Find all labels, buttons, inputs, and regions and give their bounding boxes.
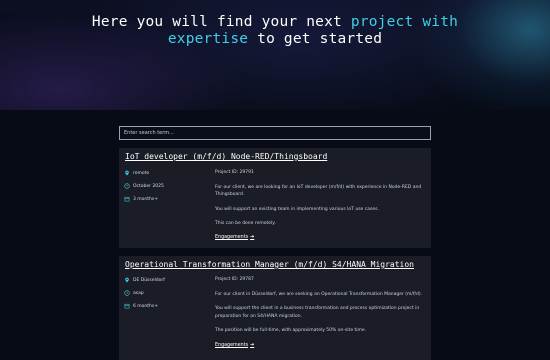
job-location: DE Düsseldorf	[124, 277, 165, 283]
hero-banner: Here you will find your next project wit…	[0, 0, 550, 110]
project-id: Project ID: 29787	[215, 277, 254, 282]
description-paragraph: You will support an existing team in imp…	[215, 206, 379, 212]
duration-text: 6 months+	[133, 303, 159, 309]
job-title-link[interactable]: IoT developer (m/f/d) Node-RED/Thingsboa…	[125, 152, 327, 161]
start-text: October 2025	[133, 183, 164, 189]
engagements-label: Engagements	[215, 234, 249, 240]
search-input[interactable]	[124, 127, 426, 139]
pin-icon	[124, 277, 130, 283]
location-text: DE Düsseldorf	[133, 277, 165, 283]
job-description: Project ID: 29787 For our client in Düss…	[215, 276, 423, 335]
arrow-right-icon: ➔	[250, 342, 255, 348]
job-location: remote	[124, 170, 149, 176]
title-highlight: expertise	[167, 31, 249, 47]
arrow-right-icon: ➔	[250, 234, 255, 240]
engagements-link[interactable]: Engagements ➔	[215, 234, 254, 240]
job-start: asap	[124, 290, 144, 296]
project-id: Project ID: 29791	[215, 170, 254, 175]
description-paragraph: For our client in Düsseldorf, we are see…	[215, 291, 423, 297]
description-paragraph: The position will be full-time, with app…	[215, 328, 367, 333]
job-start: October 2025	[124, 183, 164, 189]
description-paragraph: For our client, we are looking for an Io…	[215, 184, 422, 198]
search-box[interactable]	[119, 126, 431, 140]
title-text: to get started	[248, 31, 383, 47]
engagements-link[interactable]: Engagements ➔	[215, 342, 254, 348]
description-paragraph: You will support the client in a busines…	[215, 306, 420, 319]
job-duration: 6 months+	[124, 303, 158, 309]
start-text: asap	[133, 290, 144, 296]
title-text: Here you will find your next	[91, 14, 351, 30]
job-title-link[interactable]: Operational Transformation Manager (m/f/…	[125, 260, 414, 269]
engagements-label: Engagements	[215, 342, 249, 348]
job-duration: 3 months+	[124, 196, 158, 202]
pin-icon	[124, 170, 130, 176]
job-card: IoT developer (m/f/d) Node-RED/Thingsboa…	[119, 148, 431, 248]
description-paragraph: This can be done remotely.	[215, 221, 276, 226]
duration-text: 3 months+	[133, 196, 159, 202]
title-highlight: project with	[350, 14, 459, 30]
calendar-icon	[124, 303, 130, 309]
clock-icon	[124, 290, 130, 296]
job-description: Project ID: 29791 For our client, we are…	[215, 169, 423, 228]
location-text: remote	[133, 170, 150, 176]
clock-icon	[124, 183, 130, 189]
page-title: Here you will find your next project wit…	[0, 14, 550, 48]
job-card: Operational Transformation Manager (m/f/…	[119, 256, 431, 360]
calendar-icon	[124, 196, 130, 202]
